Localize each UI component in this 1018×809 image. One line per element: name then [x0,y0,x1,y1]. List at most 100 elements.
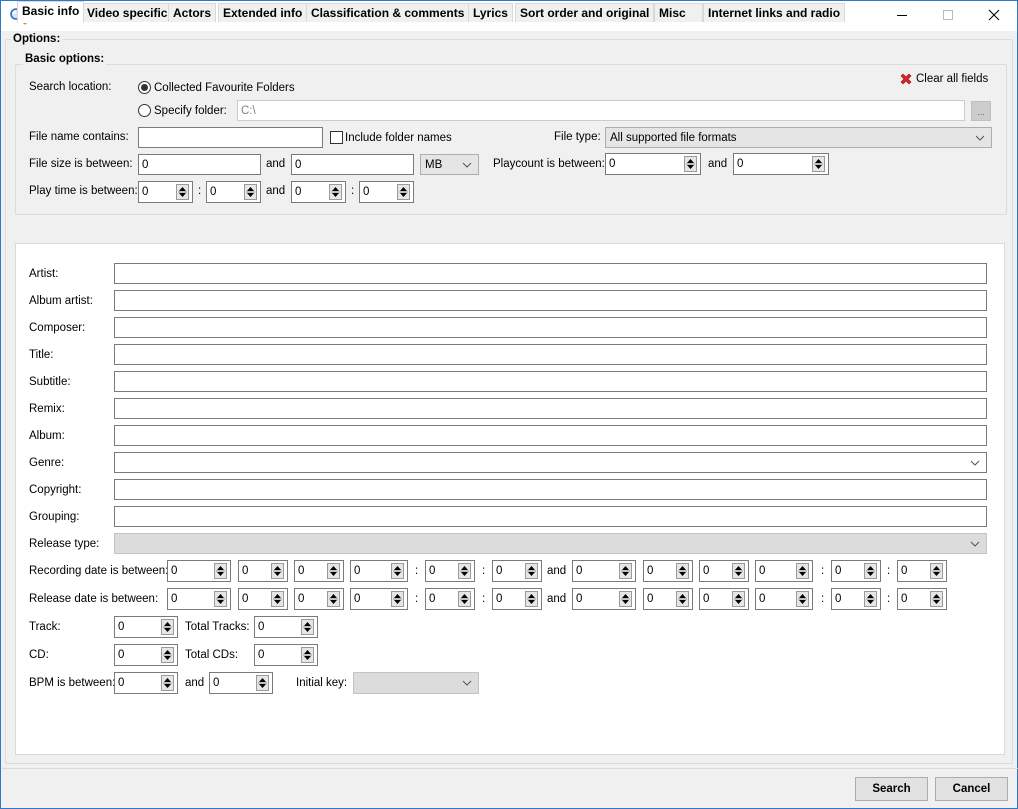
spin-arrows-icon[interactable] [732,563,745,579]
tab-actors[interactable]: Actors [168,3,217,22]
clear-all-fields-link[interactable]: Clear all fields [916,72,988,86]
spin-arrows-icon[interactable] [161,647,174,663]
recording-date-to-spinner[interactable]: 0 [831,560,881,582]
play-time-max-seconds-spinner[interactable]: 0 [359,181,414,203]
cancel-button[interactable]: Cancel [935,777,1008,801]
spin-arrows-icon[interactable] [327,563,340,579]
release-date-to-spinner[interactable]: 0 [699,588,749,610]
spin-arrows-icon[interactable] [301,619,314,635]
recording-date-to-spinner[interactable]: 0 [572,560,636,582]
spin-arrows-icon[interactable] [864,563,877,579]
release-type-select[interactable] [114,533,987,554]
spin-arrows-icon[interactable] [458,591,471,607]
spin-arrows-icon[interactable] [391,591,404,607]
release-date-from-spinner[interactable]: 0 [294,588,344,610]
spin-arrows-icon[interactable] [214,563,227,579]
playcount-max-spinner[interactable]: 0 [733,153,829,175]
release-date-to-spinner[interactable]: 0 [643,588,693,610]
spin-arrows-icon[interactable] [458,563,471,579]
spin-arrows-icon[interactable] [525,563,538,579]
recording-date-to-spinner[interactable]: 0 [699,560,749,582]
file-size-min-input[interactable]: 0 [138,154,261,175]
spin-arrows-icon[interactable] [796,591,809,607]
collected-folders-label[interactable]: Collected Favourite Folders [154,81,295,95]
spin-arrows-icon[interactable] [812,156,825,172]
track-spinner[interactable]: 0 [114,616,178,638]
tab-classification-comments[interactable]: Classification & comments [306,3,470,22]
specify-folder-label[interactable]: Specify folder: [154,104,227,118]
include-folder-names-checkbox[interactable] [330,131,343,144]
recording-date-to-spinner[interactable]: 0 [755,560,813,582]
tab-video-specific[interactable]: Video specific [82,3,173,22]
file-name-input[interactable] [138,127,323,148]
spin-arrows-icon[interactable] [161,619,174,635]
composer-input[interactable] [114,317,987,338]
spin-arrows-icon[interactable] [244,184,257,200]
release-date-to-spinner[interactable]: 0 [831,588,881,610]
spin-arrows-icon[interactable] [676,591,689,607]
spin-arrows-icon[interactable] [930,563,943,579]
spin-arrows-icon[interactable] [864,591,877,607]
genre-select[interactable] [114,452,987,473]
spin-arrows-icon[interactable] [161,675,174,691]
close-button[interactable] [971,1,1017,31]
play-time-max-minutes-spinner[interactable]: 0 [291,181,346,203]
recording-date-from-spinner[interactable]: 0 [167,560,231,582]
include-folder-names-label[interactable]: Include folder names [345,131,452,145]
release-date-from-spinner[interactable]: 0 [350,588,408,610]
spin-arrows-icon[interactable] [397,184,410,200]
spin-arrows-icon[interactable] [329,184,342,200]
release-date-to-spinner[interactable]: 0 [897,588,947,610]
play-time-min-seconds-spinner[interactable]: 0 [206,181,261,203]
artist-input[interactable] [114,263,987,284]
spin-arrows-icon[interactable] [271,591,284,607]
initial-key-select[interactable] [353,672,479,694]
recording-date-from-spinner[interactable]: 0 [238,560,288,582]
browse-folder-button[interactable]: ... [971,101,991,121]
album-input[interactable] [114,425,987,446]
spin-arrows-icon[interactable] [619,563,632,579]
bpm-max-spinner[interactable]: 0 [209,672,273,694]
release-date-to-spinner[interactable]: 0 [572,588,636,610]
subtitle-input[interactable] [114,371,987,392]
recording-date-to-spinner[interactable]: 0 [643,560,693,582]
recording-date-from-spinner[interactable]: 0 [492,560,542,582]
spin-arrows-icon[interactable] [619,591,632,607]
recording-date-from-spinner[interactable]: 0 [294,560,344,582]
title-input[interactable] [114,344,987,365]
release-date-from-spinner[interactable]: 0 [167,588,231,610]
grouping-input[interactable] [114,506,987,527]
file-type-select[interactable]: All supported file formats [605,127,992,148]
folder-path-input[interactable]: C:\ [237,100,965,121]
tab-internet-links-radio[interactable]: Internet links and radio [703,3,846,22]
album-artist-input[interactable] [114,290,987,311]
release-date-from-spinner[interactable]: 0 [238,588,288,610]
release-date-from-spinner[interactable]: 0 [492,588,542,610]
spin-arrows-icon[interactable] [525,591,538,607]
tab-extended-info[interactable]: Extended info [218,3,308,22]
tab-misc[interactable]: Misc [654,3,703,22]
spin-arrows-icon[interactable] [732,591,745,607]
spin-arrows-icon[interactable] [176,184,189,200]
playcount-min-spinner[interactable]: 0 [605,153,701,175]
release-date-to-spinner[interactable]: 0 [755,588,813,610]
play-time-min-minutes-spinner[interactable]: 0 [138,181,193,203]
copyright-input[interactable] [114,479,987,500]
total-tracks-spinner[interactable]: 0 [254,616,318,638]
bpm-min-spinner[interactable]: 0 [114,672,178,694]
recording-date-to-spinner[interactable]: 0 [897,560,947,582]
spin-arrows-icon[interactable] [256,675,269,691]
specify-folder-radio[interactable] [138,104,151,117]
spin-arrows-icon[interactable] [676,563,689,579]
file-size-max-input[interactable]: 0 [291,154,414,175]
minimize-button[interactable] [879,1,925,31]
release-date-from-spinner[interactable]: 0 [425,588,475,610]
spin-arrows-icon[interactable] [301,647,314,663]
spin-arrows-icon[interactable] [684,156,697,172]
spin-arrows-icon[interactable] [327,591,340,607]
maximize-button[interactable] [925,1,971,31]
recording-date-from-spinner[interactable]: 0 [425,560,475,582]
tab-sort-order-original[interactable]: Sort order and original [515,3,655,22]
cd-spinner[interactable]: 0 [114,644,178,666]
search-button[interactable]: Search [855,777,928,801]
